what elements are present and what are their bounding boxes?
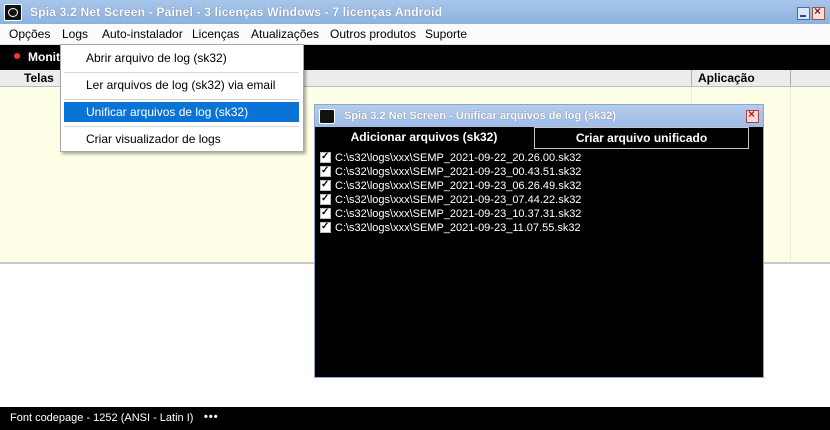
dialog-title: Spia 3.2 Net Screen - Unificar arquivos … [344, 110, 617, 122]
more-options-button[interactable]: ••• [204, 411, 219, 423]
app-logo-icon [4, 4, 22, 21]
menu-bar: Opções Logs Auto-instalador Licenças Atu… [0, 24, 830, 45]
menu-logs[interactable]: Logs [62, 27, 88, 41]
file-checkbox[interactable] [320, 150, 331, 164]
logs-dropdown-menu: Abrir arquivo de log (sk32) Ler arquivos… [60, 44, 304, 152]
file-checkbox[interactable] [320, 164, 331, 178]
minimize-button[interactable] [797, 7, 810, 20]
menu-separator [64, 99, 299, 100]
file-path: C:\s32\logs\xxx\SEMP_2021-09-22_20.26.00… [335, 152, 582, 164]
menu-item-label: Criar visualizador de logs [86, 132, 221, 146]
column-header-telas[interactable]: Telas [24, 71, 54, 85]
status-bar: Font codepage - 1252 (ANSI - Latin I) ••… [0, 407, 830, 430]
menu-suporte[interactable]: Suporte [425, 27, 467, 41]
list-item[interactable]: C:\s32\logs\xxx\SEMP_2021-09-23_07.44.22… [319, 192, 759, 207]
monitor-button[interactable]: Monit [28, 50, 60, 64]
file-path: C:\s32\logs\xxx\SEMP_2021-09-23_07.44.22… [335, 194, 582, 206]
list-item[interactable]: C:\s32\logs\xxx\SEMP_2021-09-23_10.37.31… [319, 206, 759, 221]
unify-logs-dialog: Spia 3.2 Net Screen - Unificar arquivos … [314, 104, 764, 378]
menu-item-label: Unificar arquivos de log (sk32) [86, 105, 249, 119]
file-path: C:\s32\logs\xxx\SEMP_2021-09-23_10.37.31… [335, 208, 582, 220]
close-button[interactable] [812, 4, 825, 20]
list-item[interactable]: C:\s32\logs\xxx\SEMP_2021-09-22_20.26.00… [319, 150, 759, 165]
file-checkbox[interactable] [320, 220, 331, 234]
file-path: C:\s32\logs\xxx\SEMP_2021-09-23_11.07.55… [335, 222, 581, 234]
title-bar: Spia 3.2 Net Screen - Painel - 3 licença… [0, 0, 830, 24]
file-list: C:\s32\logs\xxx\SEMP_2021-09-22_20.26.00… [319, 150, 759, 235]
grid-line [790, 87, 791, 262]
file-checkbox[interactable] [320, 192, 331, 206]
list-item[interactable]: C:\s32\logs\xxx\SEMP_2021-09-23_06.26.49… [319, 178, 759, 193]
menu-item-unificar-logs[interactable]: Unificar arquivos de log (sk32) [64, 102, 299, 122]
record-dot-icon [14, 53, 20, 59]
menu-item-label: Ler arquivos de log (sk32) via email [86, 78, 276, 92]
dialog-title-bar[interactable]: Spia 3.2 Net Screen - Unificar arquivos … [315, 105, 763, 127]
menu-separator [64, 72, 299, 73]
create-unified-file-button[interactable]: Criar arquivo unificado [534, 127, 749, 149]
file-checkbox[interactable] [320, 206, 331, 220]
menu-licencas[interactable]: Licenças [192, 27, 239, 41]
menu-auto-instalador[interactable]: Auto-instalador [102, 27, 183, 41]
menu-outros-produtos[interactable]: Outros produtos [330, 27, 416, 41]
menu-item-ler-email[interactable]: Ler arquivos de log (sk32) via email [64, 75, 299, 95]
menu-item-criar-visualizador[interactable]: Criar visualizador de logs [64, 129, 299, 149]
column-divider[interactable] [691, 70, 692, 86]
column-divider[interactable] [790, 70, 791, 86]
window-title: Spia 3.2 Net Screen - Painel - 3 licença… [30, 5, 443, 19]
list-item[interactable]: C:\s32\logs\xxx\SEMP_2021-09-23_11.07.55… [319, 220, 759, 235]
status-codepage: Font codepage - 1252 (ANSI - Latin I) [10, 412, 194, 424]
dialog-close-button[interactable] [746, 107, 759, 123]
menu-opcoes[interactable]: Opções [9, 27, 50, 41]
file-checkbox[interactable] [320, 178, 331, 192]
file-path: C:\s32\logs\xxx\SEMP_2021-09-23_00.43.51… [335, 166, 582, 178]
menu-separator [64, 126, 299, 127]
app-logo-icon [319, 109, 335, 124]
list-item[interactable]: C:\s32\logs\xxx\SEMP_2021-09-23_00.43.51… [319, 164, 759, 179]
file-path: C:\s32\logs\xxx\SEMP_2021-09-23_06.26.49… [335, 180, 582, 192]
menu-item-label: Abrir arquivo de log (sk32) [86, 51, 227, 65]
add-files-button[interactable]: Adicionar arquivos (sk32) [315, 127, 533, 148]
menu-item-abrir-log[interactable]: Abrir arquivo de log (sk32) [64, 48, 299, 68]
menu-atualizacoes[interactable]: Atualizações [251, 27, 319, 41]
column-header-aplicacao[interactable]: Aplicação [698, 71, 755, 85]
